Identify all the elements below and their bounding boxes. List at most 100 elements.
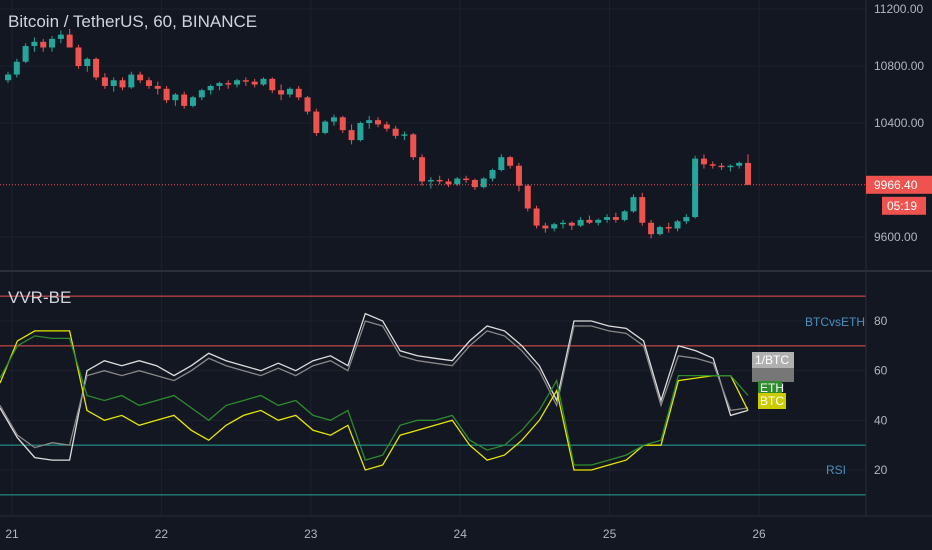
indicator-axis[interactable]: 80 60 40 20 BTCvsETH RSI	[805, 314, 888, 477]
time-axis[interactable]: 21 22 23 24 25 26	[5, 527, 766, 541]
candle-body[interactable]	[234, 80, 241, 85]
candle-body[interactable]	[568, 222, 575, 226]
candle-body[interactable]	[480, 178, 487, 188]
candle-body[interactable]	[630, 197, 637, 212]
candle-body[interactable]	[190, 97, 196, 106]
candle-body[interactable]	[542, 225, 549, 229]
candle-body[interactable]	[665, 227, 672, 229]
candle-body[interactable]	[348, 130, 355, 141]
candle-body[interactable]	[515, 165, 522, 186]
candle-body[interactable]	[49, 38, 56, 48]
candle-body[interactable]	[216, 83, 223, 86]
candle-body[interactable]	[745, 162, 751, 185]
indicator-tick-label: 40	[874, 413, 888, 427]
candle-body[interactable]	[639, 197, 646, 223]
candle-body[interactable]	[366, 120, 373, 123]
candle-body[interactable]	[471, 180, 478, 188]
candle-body[interactable]	[295, 88, 302, 98]
candle-body[interactable]	[260, 78, 267, 85]
candle-body[interactable]	[304, 97, 311, 112]
candle-body[interactable]	[595, 219, 602, 223]
candle-body[interactable]	[383, 124, 390, 129]
candle-body[interactable]	[278, 90, 285, 95]
candle-body[interactable]	[154, 85, 161, 89]
candle-body[interactable]	[225, 83, 232, 85]
candle-body[interactable]	[330, 117, 337, 122]
candle-body[interactable]	[683, 217, 690, 222]
candle-body[interactable]	[445, 181, 452, 185]
candle-body[interactable]	[392, 128, 399, 136]
candle-body[interactable]	[551, 224, 558, 229]
candle-body[interactable]	[13, 61, 20, 75]
candle-body[interactable]	[22, 46, 29, 62]
candle-body[interactable]	[339, 117, 346, 131]
candle-body[interactable]	[172, 94, 179, 101]
time-tick-label: 24	[454, 527, 468, 541]
candle-body[interactable]	[84, 58, 91, 66]
candle-body[interactable]	[181, 94, 188, 106]
candle-body[interactable]	[40, 41, 47, 48]
candle-body[interactable]	[5, 74, 11, 81]
candle-body[interactable]	[586, 219, 593, 223]
candle-body[interactable]	[101, 77, 108, 86]
candle-body[interactable]	[560, 222, 566, 225]
candle-body[interactable]	[427, 180, 434, 182]
candle-body[interactable]	[375, 120, 381, 125]
candle-body[interactable]	[198, 90, 205, 98]
candle-body[interactable]	[286, 88, 293, 95]
candle-body[interactable]	[524, 185, 531, 209]
price-tags: 9966.40 05:19 1/BTC ETHBTC	[752, 175, 932, 409]
chart-stage: 11200.00 10800.00 10400.00 9600.00 80 60 40 20…	[0, 0, 932, 550]
candle-body[interactable]	[322, 121, 329, 133]
tag-btc-text: BTC	[760, 394, 784, 408]
candle-body[interactable]	[648, 222, 655, 235]
candle-body[interactable]	[145, 80, 152, 86]
candle-body[interactable]	[533, 208, 540, 226]
candle-body[interactable]	[419, 157, 426, 182]
candle-body[interactable]	[621, 211, 628, 220]
candle-body[interactable]	[401, 134, 408, 136]
symbol-title[interactable]: Bitcoin / TetherUS, 60, BINANCE	[8, 12, 257, 32]
candle-body[interactable]	[718, 165, 725, 168]
countdown-text: 05:19	[887, 199, 917, 213]
candle-body[interactable]	[436, 180, 443, 182]
candle-body[interactable]	[656, 227, 663, 235]
candle-body[interactable]	[31, 41, 38, 47]
candle-body[interactable]	[93, 58, 100, 78]
candle-body[interactable]	[207, 85, 214, 91]
candle-body[interactable]	[128, 74, 135, 88]
candle-body[interactable]	[700, 158, 707, 165]
candle-body[interactable]	[57, 34, 64, 39]
candles	[0, 28, 866, 239]
candle-body[interactable]	[251, 81, 258, 85]
candle-body[interactable]	[498, 157, 505, 171]
btcvseth-label: BTCvsETH	[805, 315, 865, 329]
candle-body[interactable]	[454, 178, 461, 185]
candle-body[interactable]	[242, 80, 249, 82]
candle-body[interactable]	[163, 88, 170, 101]
tag-1-eth	[752, 368, 794, 382]
candle-body[interactable]	[137, 74, 144, 81]
series-line-1-btc[interactable]	[0, 312, 749, 461]
candle-body[interactable]	[612, 217, 619, 220]
candle-body[interactable]	[692, 158, 699, 218]
candle-body[interactable]	[507, 157, 514, 166]
series-line-1-eth[interactable]	[0, 320, 749, 449]
candle-body[interactable]	[604, 217, 611, 220]
candle-body[interactable]	[269, 78, 276, 91]
candle-body[interactable]	[463, 178, 470, 180]
candle-body[interactable]	[577, 219, 584, 226]
candle-body[interactable]	[410, 134, 417, 158]
candle-body[interactable]	[75, 47, 82, 66]
candle-body[interactable]	[357, 123, 364, 141]
candle-body[interactable]	[727, 165, 734, 168]
indicator-title[interactable]: VVR-BE	[8, 288, 71, 308]
candle-body[interactable]	[709, 164, 716, 166]
candle-body[interactable]	[313, 111, 320, 133]
candle-body[interactable]	[736, 162, 743, 166]
candle-body[interactable]	[110, 80, 117, 86]
candle-body[interactable]	[119, 80, 126, 88]
candle-body[interactable]	[66, 34, 73, 48]
candle-body[interactable]	[674, 221, 681, 229]
candle-body[interactable]	[489, 170, 496, 179]
